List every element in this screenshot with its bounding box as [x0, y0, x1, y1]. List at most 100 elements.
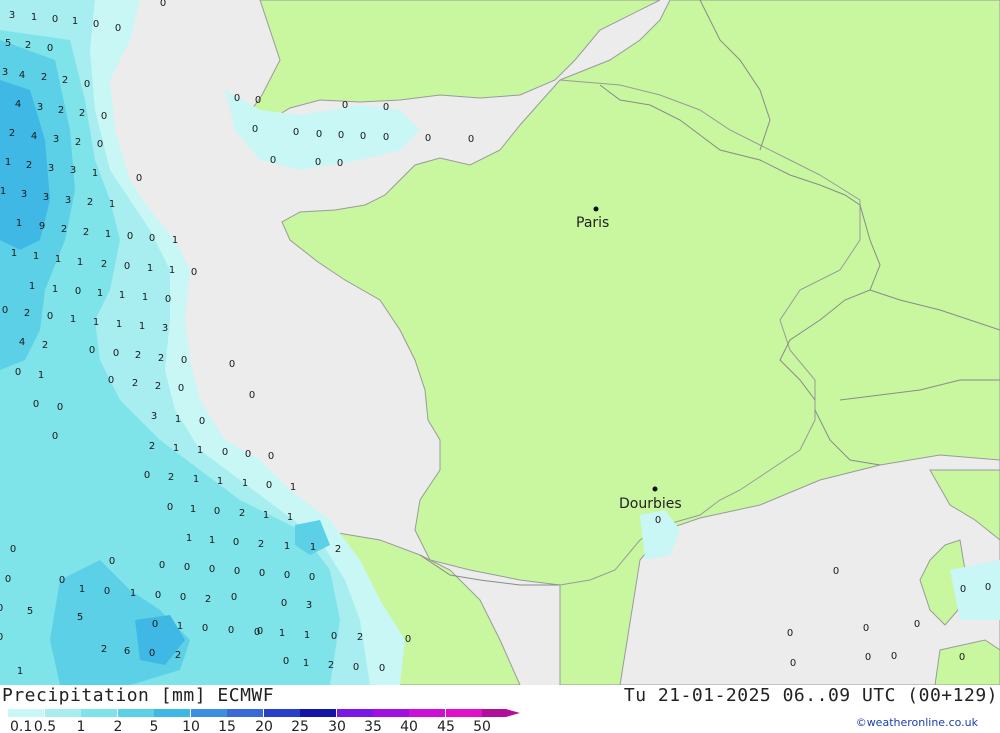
precip-value: 0 — [383, 102, 389, 113]
precip-value: 1 — [70, 314, 76, 325]
precip-value: 2 — [26, 160, 32, 171]
legend-tick-label: 50 — [473, 719, 491, 732]
precip-value: 3 — [306, 600, 312, 611]
precip-value: 1 — [97, 288, 103, 299]
precip-value: 1 — [93, 317, 99, 328]
precip-value: 0 — [257, 626, 263, 637]
precip-value: 1 — [55, 254, 61, 265]
precip-value: 0 — [199, 416, 205, 427]
precip-value: 0 — [144, 470, 150, 481]
precip-value: 2 — [9, 128, 15, 139]
precip-value: 1 — [16, 218, 22, 229]
precip-value: 2 — [175, 650, 181, 661]
precip-value: 0 — [234, 93, 240, 104]
precip-value: 1 — [33, 251, 39, 262]
precip-value: 0 — [337, 158, 343, 169]
precip-value: 3 — [70, 165, 76, 176]
precip-value: 1 — [169, 265, 175, 276]
precip-value: 0 — [181, 355, 187, 366]
legend-tick-label: 5 — [150, 719, 159, 732]
precip-value: 0 — [165, 294, 171, 305]
precip-value: 0 — [97, 139, 103, 150]
precip-value: 0 — [405, 634, 411, 645]
precip-value: 1 — [119, 290, 125, 301]
precip-value: 1 — [263, 510, 269, 521]
precip-value: 1 — [172, 235, 178, 246]
precip-value: 0 — [109, 556, 115, 567]
precip-value: 0 — [178, 383, 184, 394]
precip-value: 0 — [284, 570, 290, 581]
precip-value: 1 — [5, 157, 11, 168]
precip-value: 1 — [105, 229, 111, 240]
precip-value: 1 — [116, 319, 122, 330]
precip-value: 1 — [177, 621, 183, 632]
precip-value: 0 — [15, 367, 21, 378]
precip-value: 2 — [42, 340, 48, 351]
precipitation-map[interactable]: 3101000520342204322024320123310133321192… — [0, 0, 1000, 686]
precip-value: 2 — [149, 441, 155, 452]
precip-value: 1 — [130, 588, 136, 599]
legend-swatch — [373, 709, 409, 717]
precip-value: 1 — [304, 630, 310, 641]
precip-value: 0 — [985, 582, 991, 593]
precip-value: 0 — [283, 656, 289, 667]
precip-value: 0 — [259, 568, 265, 579]
precip-value: 0 — [209, 564, 215, 575]
precip-value: 0 — [655, 515, 661, 526]
precip-value: 0 — [865, 652, 871, 663]
precip-value: 2 — [58, 105, 64, 116]
precip-value: 0 — [331, 631, 337, 642]
precip-value: 0 — [5, 574, 11, 585]
precip-value: 2 — [168, 472, 174, 483]
precip-value: 0 — [89, 345, 95, 356]
precip-value: 0 — [47, 43, 53, 54]
precip-value: 1 — [217, 476, 223, 487]
precip-value: 1 — [92, 168, 98, 179]
precip-value: 2 — [328, 660, 334, 671]
precip-value: 2 — [61, 224, 67, 235]
precip-value: 0 — [52, 14, 58, 25]
precip-value: 1 — [77, 257, 83, 268]
precip-value: 0 — [234, 566, 240, 577]
precip-value: 0 — [425, 133, 431, 144]
precip-value: 3 — [43, 192, 49, 203]
precip-value: 2 — [62, 75, 68, 86]
precip-value: 0 — [101, 111, 107, 122]
precip-value: 1 — [242, 478, 248, 489]
precip-value: 1 — [190, 504, 196, 515]
precip-value: 1 — [279, 628, 285, 639]
precip-value: 2 — [41, 72, 47, 83]
precip-value: 4 — [19, 337, 25, 348]
legend-tick-label: 2 — [114, 719, 123, 732]
precip-value: 1 — [29, 281, 35, 292]
precip-value: 1 — [139, 321, 145, 332]
precip-value: 0 — [383, 132, 389, 143]
precip-value: 2 — [205, 594, 211, 605]
precip-value: 0 — [124, 261, 130, 272]
precip-value: 0 — [0, 603, 3, 614]
precip-value: 2 — [335, 544, 341, 555]
legend-tick-label: 35 — [364, 719, 382, 732]
precip-value: 0 — [115, 23, 121, 34]
precip-value: 2 — [87, 197, 93, 208]
precip-value: 0 — [152, 619, 158, 630]
legend-tick-label: 20 — [255, 719, 273, 732]
precip-value: 0 — [113, 348, 119, 359]
precip-value: 1 — [142, 292, 148, 303]
city-label: Paris — [576, 215, 609, 231]
legend-swatch — [45, 709, 81, 717]
precip-value: 0 — [127, 231, 133, 242]
precip-value: 0 — [202, 623, 208, 634]
color-legend: 0.1 0.5 1 2 5 10 15 20 25 30 35 40 45 50 — [8, 709, 520, 732]
credit-link[interactable]: ©weatheronline.co.uk — [856, 716, 978, 729]
precip-value: 0 — [863, 623, 869, 634]
precip-value: 0 — [379, 663, 385, 674]
legend-tick-label: 10 — [182, 719, 200, 732]
map-canvas: 3 1 0 1 0 005 2 03 4 2 2 04 3 2 2 02 4 3 2 01 2 3 3 1 01 3 3 3 2 11 9 2… — [0, 0, 1000, 686]
legend-ticks: 0.1 0.5 1 2 5 10 15 20 25 30 35 40 45 50 — [10, 719, 491, 732]
precip-value: 1 — [147, 263, 153, 274]
precip-value: 0 — [33, 399, 39, 410]
legend-swatch — [81, 709, 117, 717]
precip-value: 0 — [10, 544, 16, 555]
legend-tick-label: 25 — [291, 719, 309, 732]
